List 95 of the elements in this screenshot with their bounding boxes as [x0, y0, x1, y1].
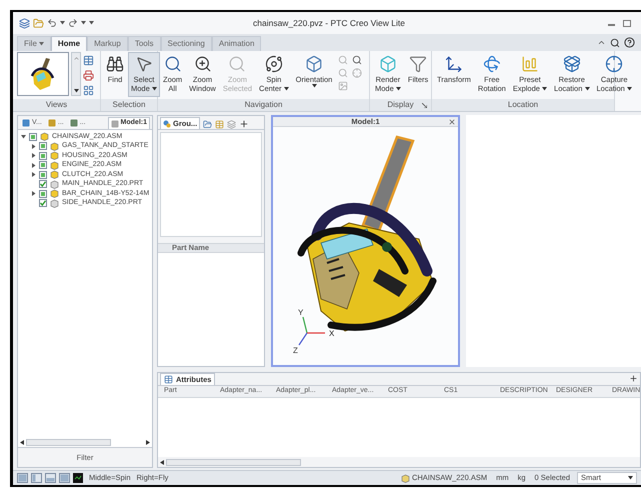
- add-icon[interactable]: [629, 374, 638, 383]
- layout-icon[interactable]: [17, 473, 28, 483]
- caret-icon: [152, 87, 157, 92]
- expand-icon[interactable]: [30, 191, 36, 196]
- tree-checkbox[interactable]: [39, 152, 47, 160]
- bar-chart-icon: [520, 55, 539, 73]
- axis-label: Z: [293, 346, 298, 355]
- orbit-icon: [264, 55, 283, 73]
- assembly-icon: [400, 474, 410, 482]
- caret-icon: [60, 21, 65, 25]
- caret-icon: [284, 87, 289, 92]
- tab-icon: [48, 119, 56, 127]
- tree-checkbox[interactable]: [39, 161, 47, 170]
- group-label: Location: [508, 99, 538, 111]
- console-icon[interactable]: [73, 473, 83, 483]
- ribbon-tab[interactable]: Home: [50, 36, 88, 51]
- tree-checkbox[interactable]: [39, 199, 47, 208]
- tree-checkbox[interactable]: [29, 132, 37, 141]
- window-title: chainsaw_220.pvz - PTC Creo View Lite: [253, 16, 405, 30]
- ribbon-tab[interactable]: File: [17, 36, 51, 51]
- cube-icon: [305, 55, 323, 73]
- magnifier-icon: [338, 55, 348, 65]
- frame-icon: [338, 81, 348, 91]
- magnifier-icon: [338, 68, 348, 78]
- tree-checkbox[interactable]: [39, 142, 47, 150]
- tree-checkbox[interactable]: [39, 180, 47, 188]
- ribbon-tab[interactable]: Animation: [212, 36, 262, 51]
- layout-icon[interactable]: [31, 473, 42, 483]
- grid-icon[interactable]: [83, 85, 94, 96]
- table-icon: [164, 375, 173, 384]
- search-icon[interactable]: [610, 38, 620, 48]
- magnifier-icon[interactable]: [352, 55, 362, 65]
- tab-icon: [70, 119, 78, 127]
- magnifier-icon: [228, 55, 246, 73]
- funnel-icon: [409, 55, 428, 73]
- tab-icon: [110, 120, 119, 128]
- caret-icon: [74, 89, 78, 93]
- scroll-left-icon[interactable]: [160, 460, 164, 464]
- caret-icon: [542, 87, 548, 92]
- caret-icon: [584, 87, 590, 92]
- group-label: Navigation: [244, 99, 282, 111]
- cube-icon: [378, 55, 397, 73]
- tree-checkbox[interactable]: [39, 170, 47, 179]
- printer-icon[interactable]: [83, 70, 94, 81]
- app-icon[interactable]: [19, 18, 30, 28]
- caret-icon: [396, 87, 401, 92]
- collapse-ribbon-icon[interactable]: [597, 38, 606, 47]
- view-thumbnail[interactable]: [17, 52, 69, 96]
- close-icon[interactable]: [448, 118, 456, 126]
- axis-label: X: [329, 329, 334, 338]
- scrollbar-thumb[interactable]: [166, 458, 301, 466]
- axis-triad-drawing: [298, 316, 325, 346]
- magnifier-icon: [164, 55, 182, 73]
- crosshair-icon: [352, 68, 362, 78]
- group-icon: [163, 120, 171, 128]
- redo-icon[interactable]: [68, 18, 78, 28]
- ribbon-tab[interactable]: Tools: [128, 36, 160, 51]
- add-icon[interactable]: [239, 119, 250, 129]
- expand-icon[interactable]: [30, 144, 36, 149]
- caret-icon: [628, 476, 633, 480]
- binoculars-icon: [106, 55, 124, 73]
- caret-icon: [626, 87, 632, 92]
- layout-icon[interactable]: [45, 473, 56, 483]
- folder-icon[interactable]: [203, 120, 212, 129]
- axes-icon: [444, 55, 463, 73]
- scroll-right-icon[interactable]: [146, 440, 150, 444]
- table-icon[interactable]: [83, 55, 94, 66]
- restore-icon[interactable]: [623, 20, 631, 26]
- crosshair-icon: [605, 55, 624, 73]
- axis-label: Y: [298, 308, 304, 317]
- zoom-in-icon: [194, 55, 212, 73]
- ribbon-tab[interactable]: Markup: [87, 36, 128, 51]
- scroll-left-icon[interactable]: [20, 440, 24, 444]
- pointer-icon: [134, 55, 153, 73]
- caret-icon: [312, 84, 316, 88]
- group-label: Views: [46, 99, 68, 111]
- group-label: Selection: [112, 99, 146, 111]
- package-icon: [562, 55, 581, 73]
- undo-icon[interactable]: [47, 18, 57, 28]
- scrollbar-thumb[interactable]: [26, 438, 111, 446]
- tree-checkbox[interactable]: [39, 190, 47, 198]
- help-icon[interactable]: [624, 37, 635, 48]
- table-icon[interactable]: [215, 120, 224, 129]
- rotate-icon: [482, 55, 501, 73]
- group-label: Display: [387, 99, 414, 111]
- layers-icon[interactable]: [227, 120, 236, 129]
- expand-icon[interactable]: [30, 162, 36, 168]
- expand-icon[interactable]: [30, 172, 36, 178]
- ribbon-tab[interactable]: Sectioning: [160, 36, 212, 51]
- caret-icon: [38, 42, 44, 46]
- scroll-up-icon[interactable]: [72, 55, 80, 62]
- launcher-icon[interactable]: [422, 102, 427, 108]
- expand-icon[interactable]: [30, 153, 36, 158]
- tab-icon: [22, 119, 30, 127]
- collapse-icon[interactable]: [20, 134, 26, 140]
